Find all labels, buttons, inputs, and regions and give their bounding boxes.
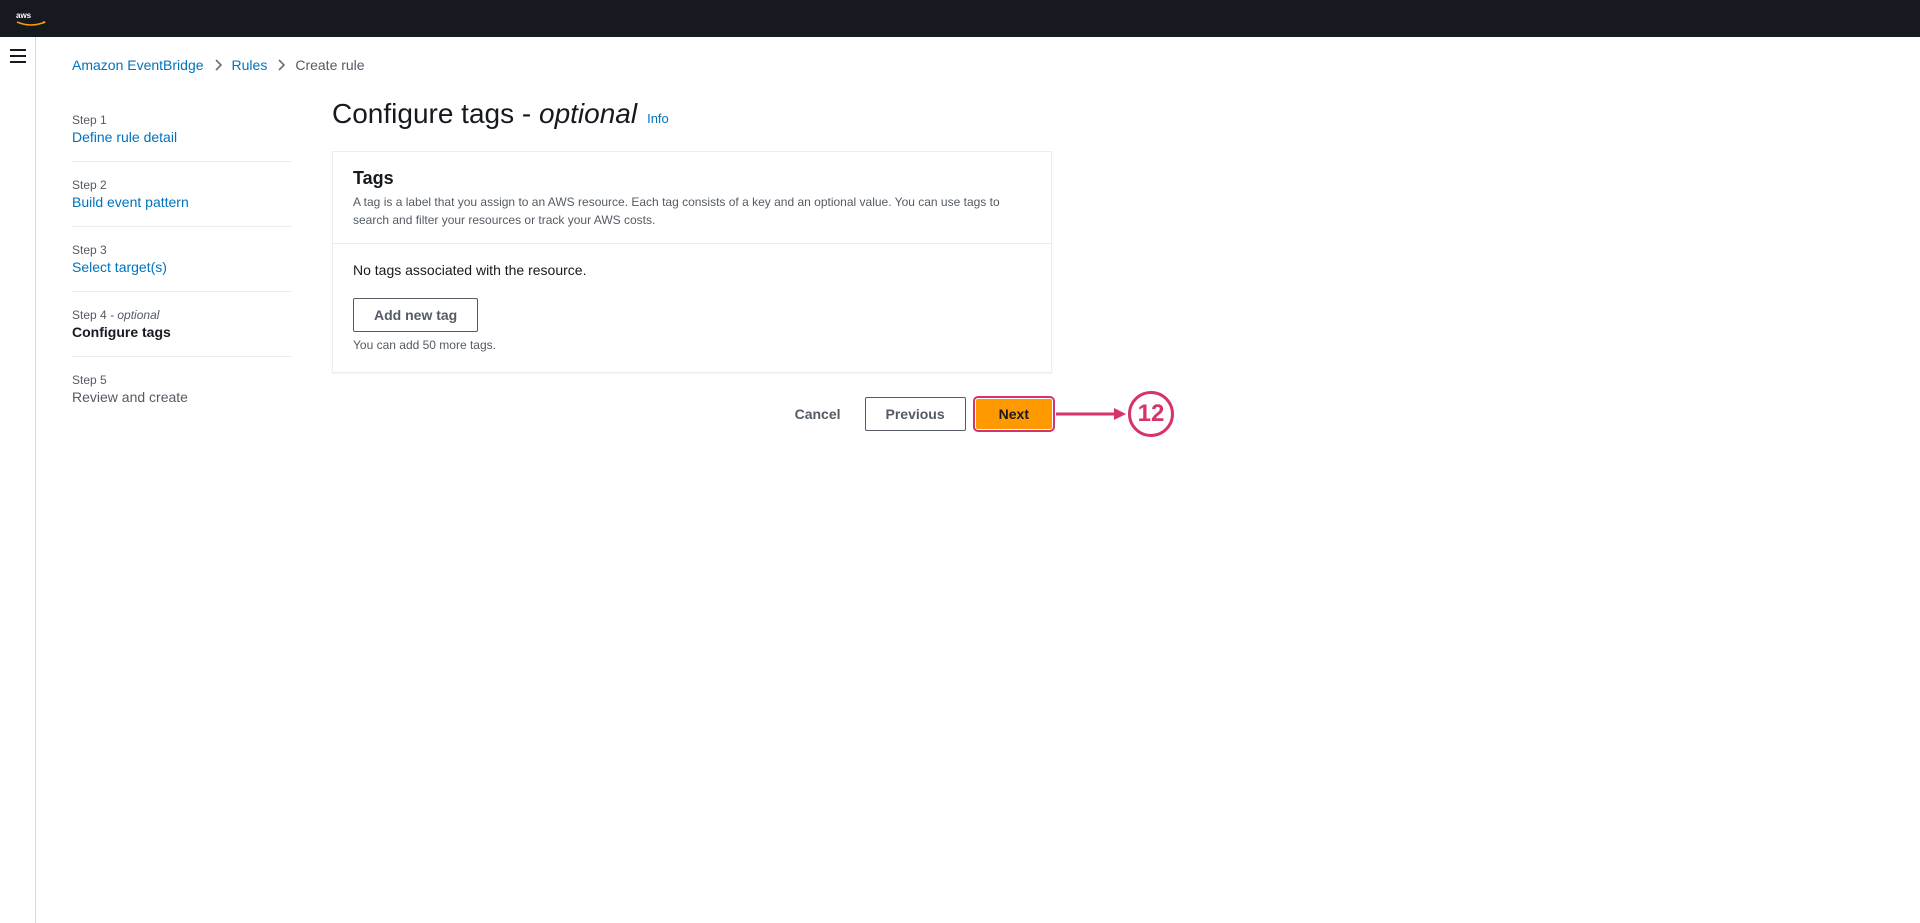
step-number: Step 1 — [72, 113, 292, 127]
step-link-build-event-pattern[interactable]: Build event pattern — [72, 194, 292, 210]
top-nav: aws — [0, 0, 1920, 37]
menu-toggle-icon[interactable] — [10, 49, 26, 63]
annotation-number: 12 — [1128, 391, 1174, 437]
info-link[interactable]: Info — [647, 111, 669, 127]
step-link-select-targets[interactable]: Select target(s) — [72, 259, 292, 275]
wizard-step-4: Step 4 - optional Configure tags — [72, 292, 292, 357]
chevron-right-icon — [277, 59, 285, 71]
svg-text:aws: aws — [16, 11, 32, 20]
step-optional-text: - optional — [107, 308, 160, 322]
step-current-configure-tags: Configure tags — [72, 324, 292, 340]
breadcrumb: Amazon EventBridge Rules Create rule — [72, 57, 1884, 73]
arrow-icon — [1056, 404, 1126, 424]
page-title: Configure tags - optional Info — [332, 97, 1052, 131]
tags-panel-header: Tags A tag is a label that you assign to… — [333, 152, 1051, 244]
tags-panel-body: No tags associated with the resource. Ad… — [333, 244, 1051, 372]
wizard-step-3: Step 3 Select target(s) — [72, 227, 292, 292]
wizard-step-2: Step 2 Build event pattern — [72, 162, 292, 227]
cancel-button[interactable]: Cancel — [781, 400, 855, 428]
step-future-review-create: Review and create — [72, 389, 292, 405]
tags-panel: Tags A tag is a label that you assign to… — [332, 151, 1052, 373]
wizard-steps: Step 1 Define rule detail Step 2 Build e… — [72, 97, 292, 421]
breadcrumb-current: Create rule — [295, 57, 364, 73]
main-area: Amazon EventBridge Rules Create rule Ste… — [36, 37, 1920, 923]
page-title-main: Configure tags - — [332, 98, 539, 129]
wizard-content: Configure tags - optional Info Tags A ta… — [332, 97, 1052, 431]
annotation-callout: 12 — [1056, 391, 1174, 437]
page-title-optional: optional — [539, 98, 637, 129]
previous-button[interactable]: Previous — [865, 397, 966, 431]
chevron-right-icon — [214, 59, 222, 71]
aws-logo[interactable]: aws — [16, 10, 46, 28]
step-number: Step 3 — [72, 243, 292, 257]
breadcrumb-eventbridge[interactable]: Amazon EventBridge — [72, 57, 204, 73]
add-new-tag-button[interactable]: Add new tag — [353, 298, 478, 332]
step-link-define-rule-detail[interactable]: Define rule detail — [72, 129, 292, 145]
tags-description: A tag is a label that you assign to an A… — [353, 193, 1031, 229]
wizard-step-1: Step 1 Define rule detail — [72, 97, 292, 162]
side-rail — [0, 37, 36, 923]
tags-helper-text: You can add 50 more tags. — [353, 338, 1031, 352]
step-number: Step 2 — [72, 178, 292, 192]
breadcrumb-rules[interactable]: Rules — [232, 57, 268, 73]
wizard-footer: Cancel Previous Next 12 — [332, 397, 1052, 431]
tags-heading: Tags — [353, 168, 1031, 189]
step-number: Step 4 - optional — [72, 308, 292, 322]
tags-empty-text: No tags associated with the resource. — [353, 262, 1031, 278]
wizard-step-5: Step 5 Review and create — [72, 357, 292, 421]
step-number: Step 5 — [72, 373, 292, 387]
next-button[interactable]: Next — [976, 399, 1052, 429]
step-number-text: Step 4 — [72, 308, 107, 322]
